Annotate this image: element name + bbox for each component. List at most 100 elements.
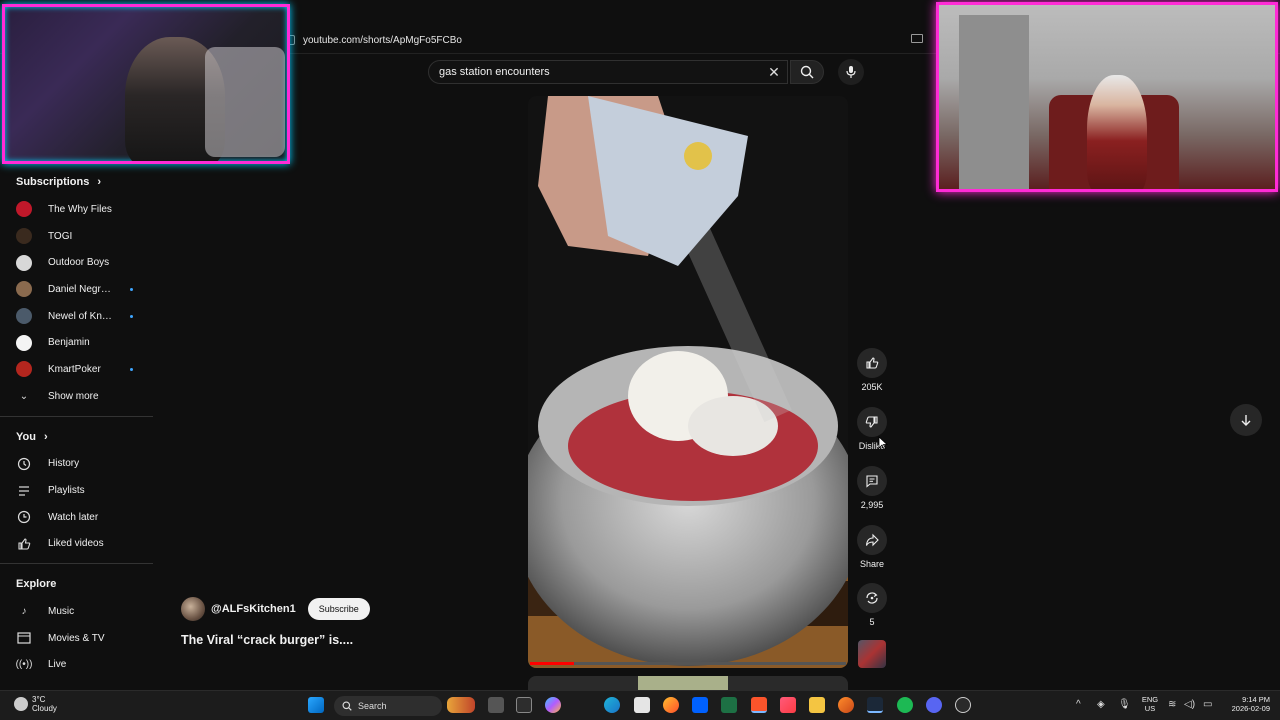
movies-icon: [16, 630, 32, 646]
sidebar-item-liked-videos[interactable]: Liked videos: [0, 531, 155, 558]
tray-app-icon[interactable]: ◈: [1097, 699, 1105, 710]
windows-start-icon[interactable]: [308, 697, 324, 713]
sound-channel-thumbnail[interactable]: [858, 640, 886, 668]
comment-icon: [866, 475, 878, 488]
share-icon: [865, 533, 879, 547]
chevron-right-icon: ›: [97, 176, 102, 188]
playlists-icon: [16, 483, 32, 499]
edge-icon[interactable]: [604, 697, 620, 713]
like-count: 205K: [861, 382, 883, 392]
sidebar-item-subscription[interactable]: Benjamin: [0, 329, 155, 356]
steam-icon[interactable]: [867, 697, 883, 713]
sidebar-item-subscription[interactable]: The Why Files: [0, 196, 155, 223]
file-explorer-icon[interactable]: [809, 697, 825, 713]
sidebar-item-subscription[interactable]: KmartPoker: [0, 356, 155, 383]
channel-avatar: [16, 201, 32, 218]
brave-icon[interactable]: [751, 697, 767, 713]
firefox-icon[interactable]: [663, 697, 679, 713]
sidebar-item-subscription[interactable]: Newel of Knowle...: [0, 303, 155, 330]
address-bar[interactable]: youtube.com/shorts/ApMgFo5FCBo: [285, 30, 935, 50]
sidebar-item-subscription[interactable]: Outdoor Boys: [0, 249, 155, 276]
channel-avatar: [16, 334, 32, 351]
channel-avatar: [16, 281, 32, 298]
clock-icon: [16, 509, 32, 525]
new-content-dot: [130, 367, 133, 371]
search-button[interactable]: [790, 60, 824, 84]
chevron-down-icon: ⌄: [19, 390, 29, 402]
weather-condition: Cloudy: [32, 704, 57, 713]
search-icon: [800, 65, 814, 79]
store-icon[interactable]: [634, 697, 650, 713]
weather-widget[interactable]: 3°C Cloudy: [14, 695, 57, 713]
task-view-icon[interactable]: [488, 697, 504, 713]
thumbs-up-icon: [16, 536, 32, 552]
taskbar-search[interactable]: Search: [334, 696, 442, 716]
sidebar-item-playlists[interactable]: Playlists: [0, 477, 155, 504]
like-action: 205K: [856, 348, 888, 392]
sidebar-item-live[interactable]: ((•)) Live: [0, 652, 155, 679]
browser-app-icon[interactable]: [838, 697, 854, 713]
channel-avatar[interactable]: [181, 597, 205, 621]
sidebar-item-music[interactable]: ♪ Music: [0, 598, 155, 625]
comment-count: 2,995: [860, 500, 884, 510]
channel-info: @ALFsKitchen1 Subscribe: [181, 597, 370, 621]
sidebar-item-watch-later[interactable]: Watch later: [0, 504, 155, 531]
sidebar-item-movies[interactable]: Movies & TV: [0, 625, 155, 652]
video-frame: [528, 96, 848, 668]
history-icon: [16, 456, 32, 472]
share-button[interactable]: [857, 525, 887, 555]
you-heading[interactable]: You ›: [0, 423, 155, 451]
comments-button[interactable]: [857, 466, 887, 496]
voice-search-button[interactable]: [838, 59, 864, 85]
new-content-dot: [130, 287, 133, 291]
language-indicator[interactable]: ENG US: [1140, 695, 1160, 713]
discord-icon[interactable]: [926, 697, 942, 713]
cast-icon[interactable]: [911, 34, 923, 43]
search-query: gas station encounters: [439, 66, 550, 78]
subscriptions-heading[interactable]: Subscriptions ›: [0, 168, 155, 196]
mouse-cursor-icon: [878, 436, 888, 450]
microphone-icon: [846, 66, 856, 78]
video-title[interactable]: The Viral “crack burger” is....: [181, 633, 353, 647]
thumbs-down-icon: [865, 416, 878, 428]
live-icon: ((•)): [15, 659, 33, 671]
show-hidden-icons[interactable]: ^: [1076, 699, 1081, 710]
like-button[interactable]: [857, 348, 887, 378]
sidebar: Subscriptions › The Why Files TOGI Outdo…: [0, 168, 155, 693]
clear-search-icon[interactable]: ✕: [766, 64, 782, 80]
search-input[interactable]: gas station encounters: [428, 60, 788, 84]
volume-icon[interactable]: ◁): [1184, 699, 1195, 710]
itunes-icon[interactable]: [780, 697, 796, 713]
channel-handle[interactable]: @ALFsKitchen1: [211, 603, 296, 615]
clock[interactable]: 9:14 PM 2026-02-09: [1222, 695, 1270, 713]
next-short-preview[interactable]: [528, 676, 848, 690]
channel-avatar: [16, 254, 32, 271]
sidebar-item-subscription[interactable]: TOGI: [0, 223, 155, 250]
sidebar-item-subscription[interactable]: Daniel Negreanu: [0, 276, 155, 303]
subscribe-button[interactable]: Subscribe: [307, 598, 370, 620]
show-more-button[interactable]: ⌄ Show more: [0, 383, 155, 410]
copilot-icon[interactable]: [545, 697, 561, 713]
short-video-player[interactable]: [528, 96, 848, 668]
obs-icon[interactable]: [955, 697, 971, 713]
spotify-icon[interactable]: [897, 697, 913, 713]
progress-fill: [530, 662, 575, 665]
share-label: Share: [859, 559, 885, 569]
remix-button[interactable]: [857, 583, 887, 613]
pizza-search-highlight-icon[interactable]: [447, 697, 475, 713]
dropbox-icon[interactable]: [692, 697, 708, 713]
battery-icon[interactable]: ▭: [1203, 699, 1212, 710]
new-content-dot: [130, 314, 133, 318]
channel-avatar: [16, 361, 32, 378]
remix-icon: [866, 592, 878, 604]
remix-action: 5: [856, 583, 888, 627]
excel-icon[interactable]: [721, 697, 737, 713]
notion-icon[interactable]: [516, 697, 532, 713]
dislike-button[interactable]: [857, 407, 887, 437]
sidebar-item-history[interactable]: History: [0, 451, 155, 478]
next-short-button[interactable]: [1230, 404, 1262, 436]
wifi-icon[interactable]: ≋: [1168, 699, 1176, 710]
chair-shape: [205, 47, 285, 157]
microphone-icon[interactable]: 🎙: [1118, 699, 1131, 710]
video-progress-bar[interactable]: [530, 662, 846, 665]
